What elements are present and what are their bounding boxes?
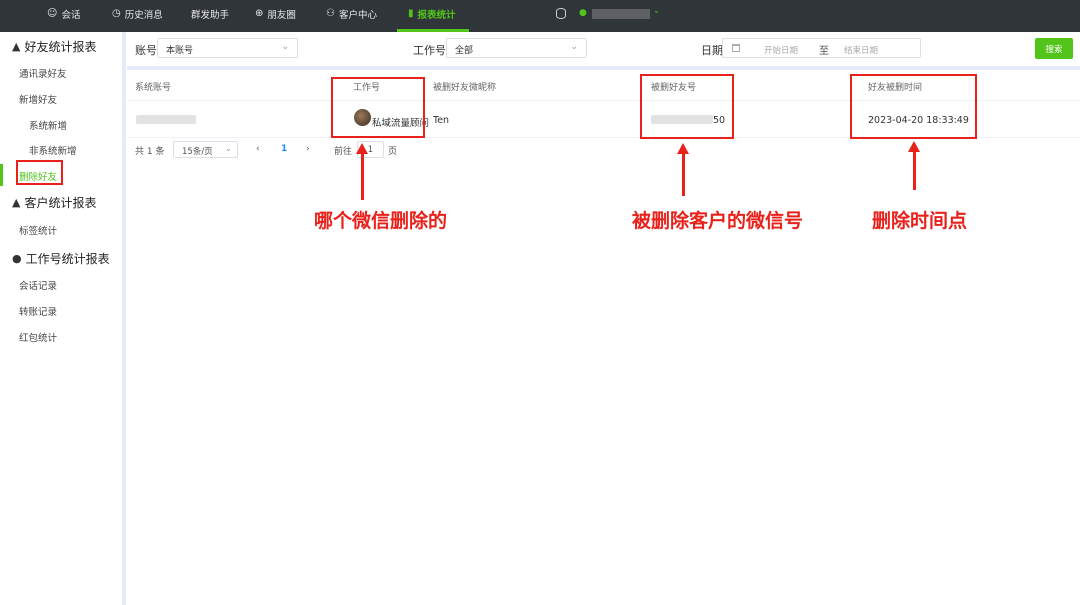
sidebar-item-contacts-friends[interactable]: 通讯录好友 [19, 66, 67, 80]
pagination-total: 共 1 条 [135, 147, 165, 157]
nav-item-label: 历史消息 [124, 10, 163, 21]
nav-item-label: 客户中心 [338, 10, 377, 21]
chevron-down-icon: ⌄ [281, 42, 289, 52]
nav-item-label: 报表统计 [417, 10, 456, 21]
date-start-input[interactable]: 开始日期 [764, 44, 798, 56]
calendar-icon [732, 44, 740, 52]
person-icon: ▲ [12, 40, 21, 53]
nav-item-label: 会话 [61, 10, 81, 21]
annotation-text-deleted-time: 删除时间点 [872, 210, 968, 232]
nav-item-broadcast[interactable]: 群发助手 [191, 0, 229, 28]
annotation-arrow-friend-id [677, 143, 689, 196]
database-icon[interactable] [556, 8, 566, 19]
annotation-arrow-work-number [356, 143, 368, 200]
col-header-deleted-nickname: 被删好友微昵称 [433, 83, 497, 93]
person-icon: ⚇ [326, 8, 335, 19]
nav-item-label: 群发助手 [191, 10, 230, 21]
annotation-text-friend-id: 被删除客户的微信号 [632, 210, 804, 232]
annotation-text-work-number: 哪个微信删除的 [314, 210, 448, 232]
top-nav-bar: ☺ 会话 ◷ 历史消息 群发助手 ⊕ 朋友圈 ⚇ 客户中心 ▮ 报表统计 ● ⌄ [0, 0, 1080, 32]
annotation-box-deleted-friends [16, 160, 63, 185]
sidebar-item-new-friends[interactable]: 新增好友 [19, 92, 57, 106]
current-page[interactable]: 1 [281, 144, 287, 154]
sidebar-group-customer-stats[interactable]: ▲ 客户统计报表 [12, 194, 96, 211]
account-label: 账号 [135, 44, 157, 57]
date-label: 日期 [701, 44, 723, 57]
sidebar-item-transfer-records[interactable]: 转账记录 [19, 304, 57, 318]
sidebar-item-tag-stats[interactable]: 标签统计 [19, 223, 57, 237]
date-separator: 至 [819, 46, 829, 57]
active-tab-indicator [397, 29, 469, 32]
page-size-select[interactable]: 15条/页 ⌄ [173, 141, 238, 158]
chevron-down-icon[interactable]: ⌄ [653, 6, 660, 15]
sidebar-item-chat-records[interactable]: 会话记录 [19, 278, 57, 292]
next-page-button[interactable]: › [306, 144, 310, 154]
person-icon: ▲ [12, 196, 21, 209]
annotation-box-deleted-time [850, 74, 977, 139]
user-icon: ● [579, 8, 587, 18]
nav-item-customers[interactable]: ⚇ 客户中心 [326, 0, 377, 28]
sidebar-group-title: 工作号统计报表 [25, 252, 110, 266]
worknum-label: 工作号 [413, 44, 446, 57]
worknum-select[interactable]: 全部 ⌄ [446, 38, 587, 58]
sidebar-group-title: 好友统计报表 [24, 40, 97, 54]
annotation-box-friend-id [640, 74, 734, 139]
sidebar-item-system-new[interactable]: 系统新增 [29, 118, 67, 132]
nav-item-label: 朋友圈 [267, 10, 296, 21]
sidebar-group-title: 客户统计报表 [24, 196, 97, 210]
clock-icon: ◷ [112, 8, 121, 19]
prev-page-button[interactable]: ‹ [256, 144, 260, 154]
nav-item-chat[interactable]: ☺ 会话 [47, 0, 80, 28]
sidebar-item-non-system-new[interactable]: 非系统新增 [29, 143, 77, 157]
goto-suffix: 页 [388, 147, 398, 157]
date-end-input[interactable]: 结束日期 [844, 44, 878, 56]
active-item-indicator [0, 164, 3, 186]
search-button[interactable]: 搜索 [1035, 38, 1073, 59]
bar-chart-icon: ▮ [408, 8, 414, 19]
nav-item-history[interactable]: ◷ 历史消息 [112, 0, 163, 28]
chat-icon: ☺ [47, 8, 58, 19]
globe-icon: ⊕ [255, 8, 264, 19]
goto-label: 前往 [334, 147, 353, 157]
date-range-picker[interactable]: 开始日期 至 结束日期 [722, 38, 921, 58]
account-select-value: 本账号 [166, 46, 194, 56]
sidebar-group-friend-stats[interactable]: ▲ 好友统计报表 [12, 38, 96, 55]
sidebar: ▲ 好友统计报表 通讯录好友 新增好友 系统新增 非系统新增 删除好友 ▲ 客户… [0, 32, 122, 605]
col-header-system-account: 系统账号 [135, 83, 172, 93]
sidebar-group-worknum-stats[interactable]: ● 工作号统计报表 [12, 250, 110, 267]
filter-divider [127, 66, 1080, 70]
wechat-icon: ● [12, 252, 22, 265]
system-account-redacted [136, 115, 196, 124]
page-size-value: 15条/页 [182, 147, 213, 157]
chevron-down-icon: ⌄ [224, 144, 232, 154]
worknum-select-value: 全部 [455, 46, 474, 56]
cell-nickname: Ten [433, 115, 450, 126]
annotation-arrow-deleted-time [908, 141, 920, 190]
annotation-box-work-number [331, 77, 425, 138]
nav-item-moments[interactable]: ⊕ 朋友圈 [255, 0, 296, 28]
account-select[interactable]: 本账号 ⌄ [157, 38, 298, 58]
chevron-down-icon: ⌄ [570, 42, 578, 52]
sidebar-scrollbar[interactable] [122, 32, 126, 605]
nav-item-reports[interactable]: ▮ 报表统计 [408, 0, 456, 28]
user-name-redacted[interactable] [592, 9, 650, 19]
sidebar-item-red-packet-stats[interactable]: 红包统计 [19, 330, 57, 344]
